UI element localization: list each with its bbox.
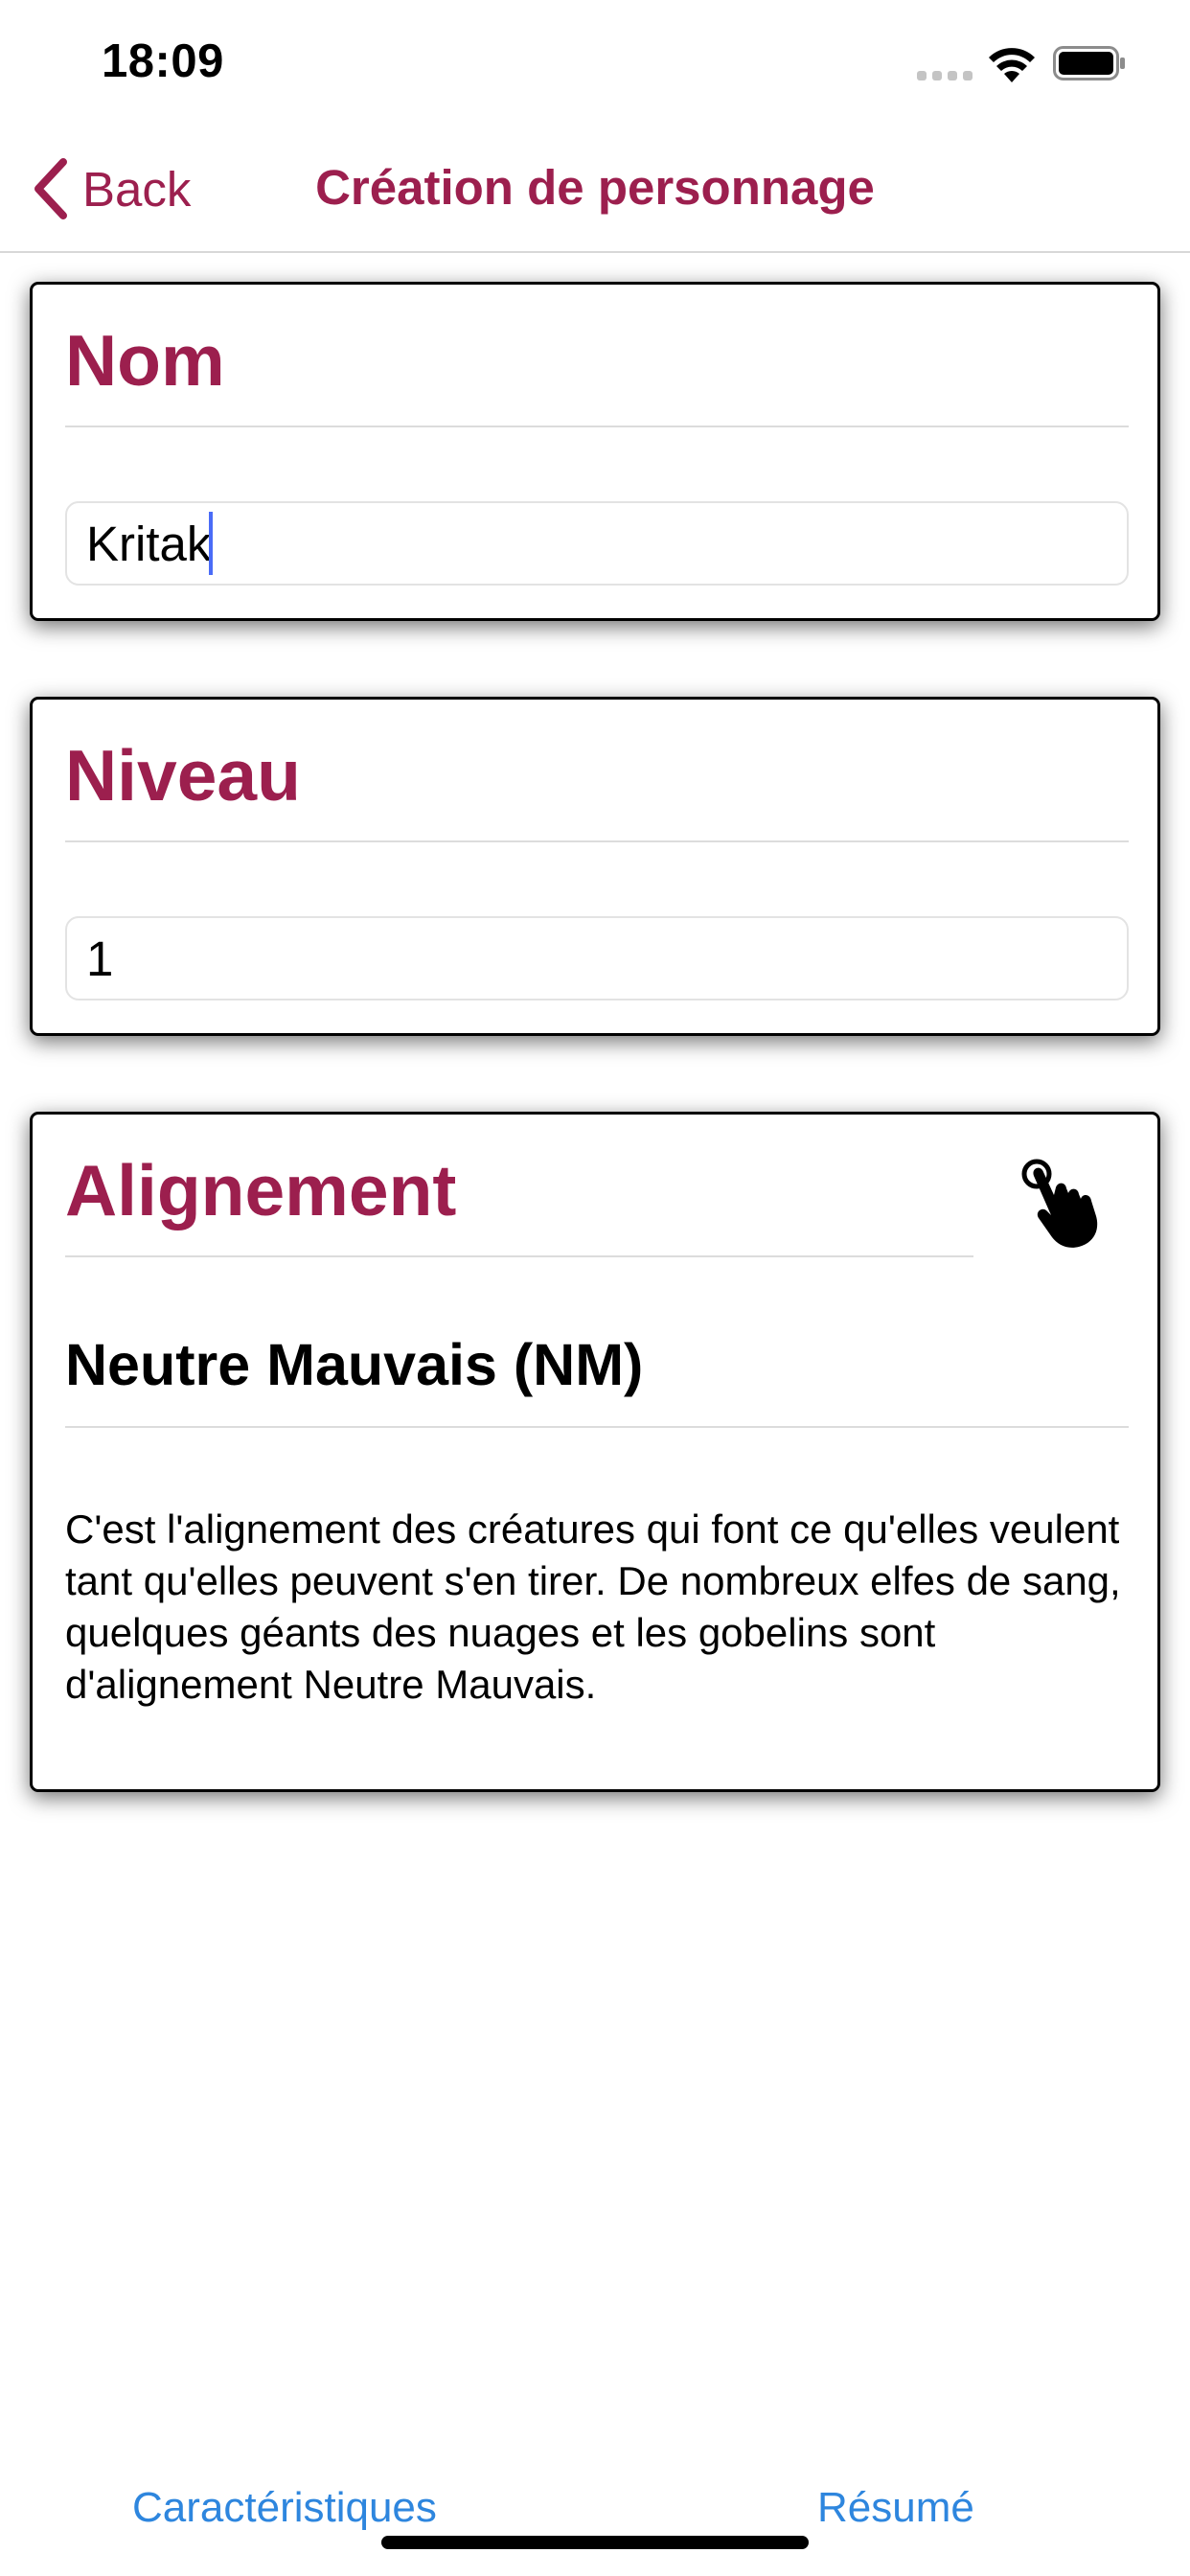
screen: 18:09 Back Création de personnage Nom Kr… xyxy=(0,0,1190,2576)
level-input[interactable] xyxy=(65,916,1129,1000)
wifi-icon xyxy=(989,48,1035,82)
alignment-selected-value: Neutre Mauvais (NM) xyxy=(65,1332,644,1397)
characteristics-link[interactable]: Caractéristiques xyxy=(132,2484,437,2532)
page-title: Création de personnage xyxy=(315,160,875,215)
alignment-description: C'est l'alignement des créatures qui fon… xyxy=(65,1506,1121,1707)
level-card-header: Niveau xyxy=(65,735,301,816)
tap-hand-icon[interactable] xyxy=(1018,1157,1113,1253)
summary-link[interactable]: Résumé xyxy=(817,2484,974,2532)
alignment-value-divider xyxy=(65,1426,1129,1428)
navigation-bar: Back Création de personnage xyxy=(0,126,1190,253)
cellular-signal-icon xyxy=(917,71,973,80)
level-card-divider xyxy=(65,840,1129,842)
name-input[interactable] xyxy=(65,501,1129,586)
alignment-card[interactable]: Alignement Neutre Mauvais (NM) C'est l'a… xyxy=(30,1112,1160,1792)
alignment-header-divider xyxy=(65,1255,973,1257)
name-card: Nom xyxy=(30,282,1160,621)
name-card-divider xyxy=(65,426,1129,427)
level-card: Niveau xyxy=(30,697,1160,1036)
name-card-header: Nom xyxy=(65,320,225,401)
text-caret xyxy=(209,512,213,575)
alignment-card-header: Alignement xyxy=(65,1150,457,1230)
status-time: 18:09 xyxy=(102,35,224,87)
battery-icon xyxy=(1053,46,1125,80)
home-indicator[interactable] xyxy=(381,2536,809,2549)
status-bar: 18:09 xyxy=(0,0,1190,126)
